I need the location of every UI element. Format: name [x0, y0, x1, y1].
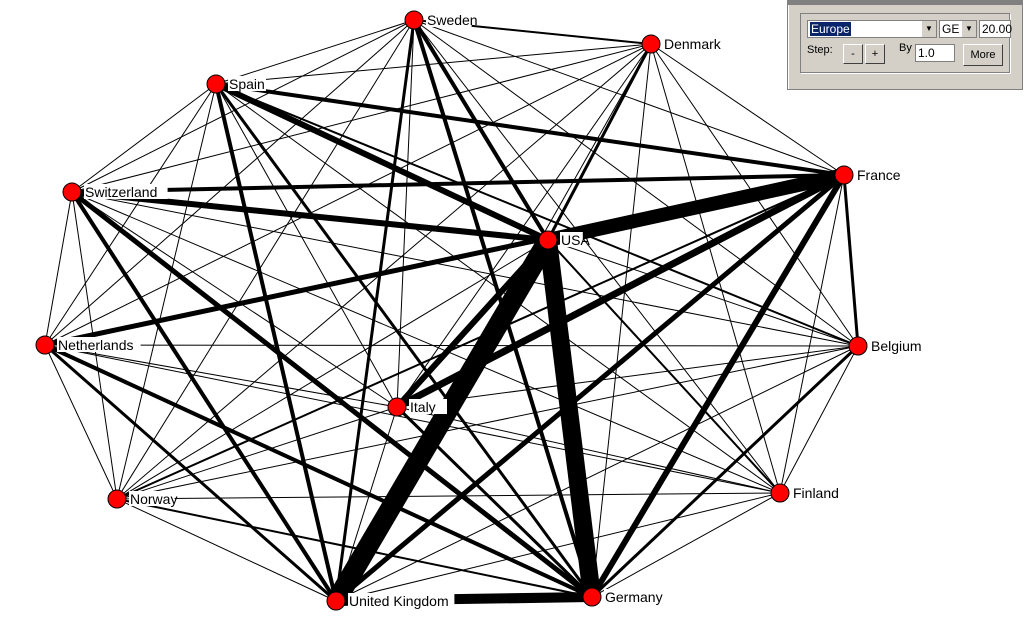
edge-netherlands-belgium [44, 344, 859, 347]
edge-netherlands-united-kingdom [44, 343, 337, 603]
partition-value: Europe [810, 22, 851, 36]
node-switzerland[interactable] [62, 182, 82, 202]
edge-usa-belgium [547, 239, 859, 347]
node-label-spain: Spain [229, 76, 265, 92]
edge-belgium-germany [590, 344, 860, 599]
step-minus-button[interactable]: - [843, 44, 863, 64]
node-united-kingdom[interactable] [326, 591, 346, 611]
edge-switzerland-belgium [71, 191, 859, 347]
node-label-italy: Italy [410, 399, 436, 415]
edge-spain-netherlands [44, 83, 217, 346]
node-label-united-kingdom: United Kingdom [349, 593, 449, 609]
step-label: Step: [807, 44, 833, 56]
node-label-usa: USA [561, 232, 590, 248]
edge-usa-netherlands [44, 239, 549, 346]
panel-group: Europe ▼ GE ▼ 20.00 Step: - + By 1.0 Mor… [800, 13, 1012, 73]
measure-select[interactable]: GE ▼ [939, 20, 977, 38]
threshold-input[interactable]: 20.00 [979, 20, 1012, 38]
edge-france-belgium [842, 174, 860, 347]
step-plus-button[interactable]: + [865, 44, 885, 64]
node-finland[interactable] [770, 483, 790, 503]
chevron-down-icon[interactable]: ▼ [961, 21, 976, 37]
partition-select[interactable]: Europe ▼ [807, 20, 937, 38]
network-graph: Sweden Denmark Spain France Switzerland USA Ne… [35, 10, 924, 611]
edge-netherlands-italy [44, 344, 398, 408]
edge-italy-finland [396, 406, 781, 494]
more-button[interactable]: More [963, 44, 1003, 66]
measure-value: GE [942, 22, 960, 36]
node-label-finland: Finland [793, 485, 839, 501]
edge-sweden-france [413, 19, 845, 176]
node-label-denmark: Denmark [664, 36, 722, 52]
node-france[interactable] [834, 165, 854, 185]
edge-france-switzerland [71, 173, 845, 194]
panel-titlebar[interactable] [788, 0, 1022, 5]
node-label-germany: Germany [605, 589, 663, 605]
edge-belgium-finland [779, 345, 859, 494]
node-usa[interactable] [538, 230, 558, 250]
node-label-belgium: Belgium [871, 338, 922, 354]
node-italy[interactable] [387, 397, 407, 417]
node-label-norway: Norway [130, 491, 177, 507]
node-belgium[interactable] [848, 336, 868, 356]
node-netherlands[interactable] [35, 335, 55, 355]
node-norway[interactable] [107, 489, 127, 509]
node-spain[interactable] [206, 74, 226, 94]
node-label-france: France [857, 167, 901, 183]
node-germany[interactable] [582, 587, 602, 607]
node-label-netherlands: Netherlands [58, 337, 134, 353]
node-label-sweden: Sweden [427, 12, 478, 28]
edge-switzerland-netherlands [44, 191, 73, 346]
node-sweden[interactable] [404, 10, 424, 30]
node-denmark[interactable] [641, 34, 661, 54]
by-input[interactable]: 1.0 [915, 44, 955, 62]
chevron-down-icon[interactable]: ▼ [921, 21, 936, 37]
threshold-panel: Europe ▼ GE ▼ 20.00 Step: - + By 1.0 Mor… [787, 0, 1023, 90]
node-label-switzerland: Switzerland [85, 184, 157, 200]
by-label: By [899, 42, 912, 54]
